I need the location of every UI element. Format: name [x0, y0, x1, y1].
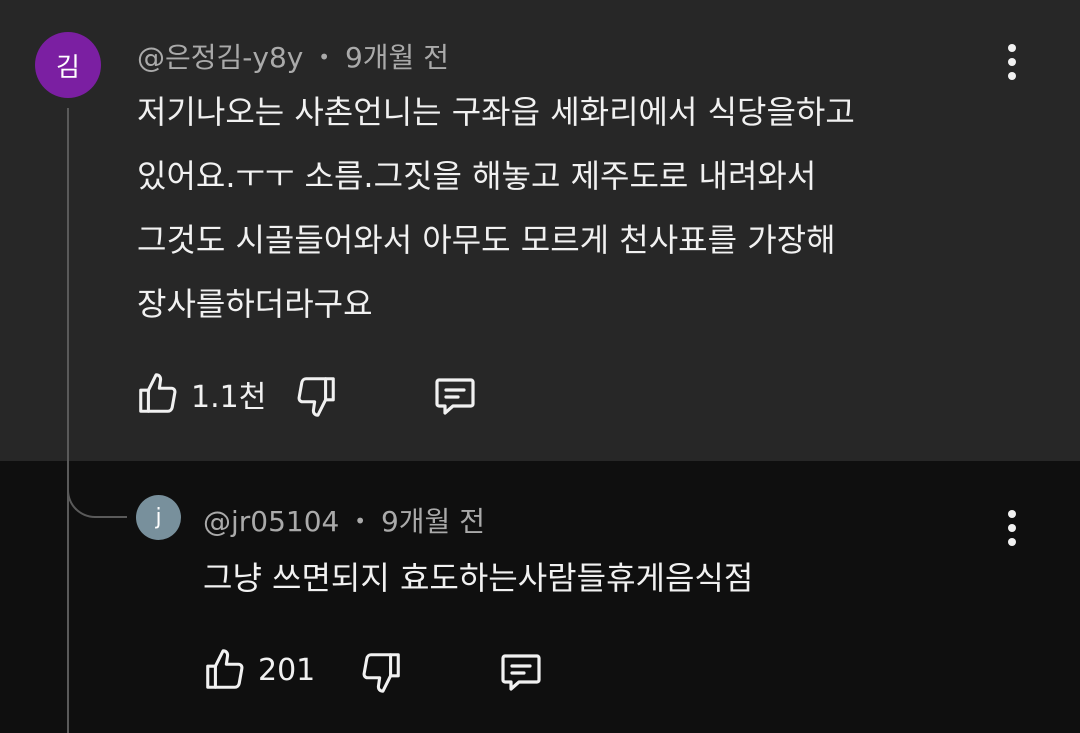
reply-text: 그냥 쓰면되지 효도하는사람들휴게음식점 [203, 559, 754, 597]
comment-icon [501, 654, 541, 691]
thumb-up-icon [206, 649, 244, 689]
dislike-button[interactable] [293, 372, 339, 420]
comment-line: 장사를하더라구요 [137, 285, 373, 323]
thumb-up-icon [139, 373, 177, 413]
reply-button[interactable] [430, 372, 480, 420]
comment-time: 9개월 전 [344, 41, 449, 74]
like-count: 1.1천 [191, 380, 267, 415]
thumb-down-icon [362, 653, 400, 693]
comment-icon [435, 378, 475, 415]
comment-meta: @은정김-y8y • 9개월 전 [137, 36, 449, 76]
author-name[interactable]: @은정김-y8y [137, 41, 303, 74]
comment-line: 있어요.ㅜㅜ 소름.그짓을 해놓고 제주도로 내려와서 [137, 157, 817, 195]
like-button[interactable]: 1.1천 [135, 370, 266, 418]
thread-connector [67, 450, 127, 518]
author-name[interactable]: @jr05104 [203, 505, 339, 538]
meta-separator: • [318, 45, 331, 69]
more-vert-icon[interactable] [992, 37, 1032, 87]
more-vert-icon[interactable] [992, 503, 1032, 553]
dislike-button[interactable] [358, 648, 404, 696]
comment-line: 그것도 시골들어와서 아무도 모르게 천사표를 가장해 [137, 221, 836, 259]
meta-separator: • [354, 509, 367, 533]
avatar[interactable]: 김 [35, 32, 101, 98]
thread-line [67, 108, 69, 733]
avatar[interactable]: j [136, 495, 181, 540]
avatar-initial: 김 [56, 52, 80, 83]
like-button[interactable]: 201 [202, 646, 315, 694]
reply-button[interactable] [496, 648, 546, 696]
like-count: 201 [258, 652, 316, 688]
avatar-initial: j [155, 505, 162, 530]
comment-text: 저기나오는 사촌언니는 구좌읍 세화리에서 식당을하고 있어요.ㅜㅜ 소름.그짓… [137, 80, 855, 336]
reply-meta: @jr05104 • 9개월 전 [203, 500, 485, 540]
comment-time: 9개월 전 [380, 505, 485, 538]
thumb-down-icon [297, 377, 335, 417]
comment-line: 저기나오는 사촌언니는 구좌읍 세화리에서 식당을하고 [137, 93, 855, 131]
